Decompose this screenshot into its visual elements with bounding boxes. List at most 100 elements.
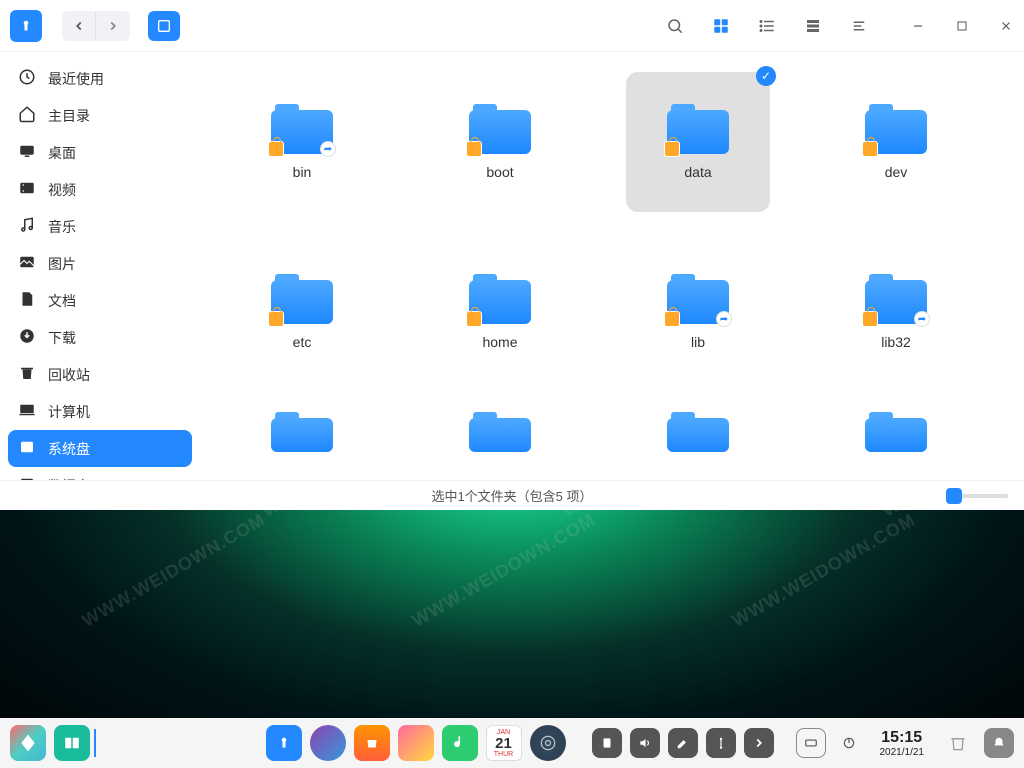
tray-power-icon[interactable] (834, 728, 864, 758)
sidebar-item-label: 下载 (48, 328, 76, 348)
view-grid-icon[interactable] (712, 17, 730, 35)
lock-icon (268, 141, 284, 157)
forward-button[interactable] (96, 11, 130, 41)
active-tab[interactable] (148, 11, 180, 41)
sidebar-item-2[interactable]: 桌面 (8, 134, 192, 171)
zoom-slider[interactable] (948, 494, 1008, 498)
folder-item[interactable]: home (428, 242, 572, 382)
search-icon[interactable] (666, 17, 684, 35)
view-list-icon[interactable] (758, 17, 776, 35)
sidebar-item-6[interactable]: 文档 (8, 282, 192, 319)
folder-icon (865, 104, 927, 154)
app-icon[interactable] (10, 10, 42, 42)
sidebar-item-4[interactable]: 音乐 (8, 208, 192, 245)
lock-icon (466, 311, 482, 327)
sidebar-item-11[interactable]: 数据盘 (8, 467, 192, 480)
file-manager-window: 最近使用主目录桌面视频音乐图片文档下载回收站计算机系统盘数据盘 ➦bin boot… (0, 0, 1024, 510)
maximize-button[interactable] (954, 19, 970, 33)
folder-item[interactable]: boot (428, 72, 572, 212)
sidebar-item-9[interactable]: 计算机 (8, 393, 192, 430)
folder-name: dev (885, 164, 908, 180)
tray-keyboard-icon[interactable] (796, 728, 826, 758)
sidebar-item-1[interactable]: 主目录 (8, 97, 192, 134)
tray-notifications-icon[interactable] (984, 728, 1014, 758)
desktop-icon (18, 142, 36, 163)
lock-icon (664, 141, 680, 157)
lock-icon (862, 141, 878, 157)
folder-icon: ➦ (865, 274, 927, 324)
active-indicator (94, 729, 96, 757)
tray-usb-icon[interactable] (706, 728, 736, 758)
tray-clipboard-icon[interactable] (592, 728, 622, 758)
tray-edit-icon[interactable] (668, 728, 698, 758)
folder-name: lib32 (881, 334, 911, 350)
folder-icon (271, 412, 333, 452)
back-button[interactable] (62, 11, 96, 41)
folder-item[interactable] (626, 412, 770, 452)
taskbar-app-settings[interactable] (530, 725, 566, 761)
tray-trash-icon[interactable] (940, 725, 976, 761)
folder-icon (667, 104, 729, 154)
launcher-button[interactable] (10, 725, 46, 761)
taskbar-app-browser[interactable] (310, 725, 346, 761)
sidebar-item-label: 计算机 (48, 402, 90, 422)
folder-item[interactable]: ➦lib32 (824, 242, 968, 382)
sidebar-item-label: 音乐 (48, 217, 76, 237)
folder-icon (271, 274, 333, 324)
view-column-icon[interactable] (804, 17, 822, 35)
folder-item[interactable]: dev (824, 72, 968, 212)
taskbar-app-music[interactable] (442, 725, 478, 761)
sidebar-item-label: 系统盘 (48, 439, 90, 459)
folder-item[interactable] (824, 412, 968, 452)
folder-icon (865, 412, 927, 452)
close-button[interactable] (998, 19, 1014, 33)
folder-item[interactable] (230, 412, 374, 452)
sidebar-item-0[interactable]: 最近使用 (8, 60, 192, 97)
taskbar: JAN 21 THUR 15:15 2021/1/21 (0, 718, 1024, 768)
image-icon (18, 253, 36, 274)
taskbar-app-calendar[interactable]: JAN 21 THUR (486, 725, 522, 761)
folder-name: data (684, 164, 711, 180)
folder-icon (469, 274, 531, 324)
lock-icon (862, 311, 878, 327)
folder-name: etc (293, 334, 312, 350)
music-icon (18, 216, 36, 237)
folder-icon (667, 412, 729, 452)
document-icon (18, 290, 36, 311)
folder-item[interactable] (428, 412, 572, 452)
folder-item[interactable]: ➦bin (230, 72, 374, 212)
folder-icon (469, 104, 531, 154)
minimize-button[interactable] (910, 19, 926, 33)
titlebar (0, 0, 1024, 52)
sidebar: 最近使用主目录桌面视频音乐图片文档下载回收站计算机系统盘数据盘 (0, 52, 200, 480)
folder-item[interactable]: ➦lib (626, 242, 770, 382)
folder-icon (469, 412, 531, 452)
folder-icon: ➦ (271, 104, 333, 154)
taskbar-app-multitask[interactable] (54, 725, 90, 761)
sidebar-item-label: 主目录 (48, 106, 90, 126)
tray-volume-icon[interactable] (630, 728, 660, 758)
lock-icon (466, 141, 482, 157)
clock-icon (18, 68, 36, 89)
taskbar-app-store[interactable] (354, 725, 390, 761)
sidebar-item-5[interactable]: 图片 (8, 245, 192, 282)
folder-item[interactable]: ✓data (626, 72, 770, 212)
share-icon: ➦ (914, 311, 930, 327)
sidebar-item-10[interactable]: 系统盘 (8, 430, 192, 467)
tray-more-icon[interactable] (744, 728, 774, 758)
share-icon: ➦ (716, 311, 732, 327)
folder-name: boot (486, 164, 513, 180)
sidebar-item-label: 文档 (48, 291, 76, 311)
menu-icon[interactable] (850, 17, 868, 35)
home-icon (18, 105, 36, 126)
taskbar-clock[interactable]: 15:15 2021/1/21 (880, 729, 925, 758)
status-text: 选中1个文件夹（包含5 项） (431, 486, 592, 505)
check-icon: ✓ (756, 66, 776, 86)
taskbar-app-photos[interactable] (398, 725, 434, 761)
taskbar-app-filemanager[interactable] (266, 725, 302, 761)
content-area[interactable]: ➦binboot✓datadevetchome➦lib➦lib32 (200, 52, 1024, 480)
folder-item[interactable]: etc (230, 242, 374, 382)
sidebar-item-7[interactable]: 下载 (8, 319, 192, 356)
sidebar-item-8[interactable]: 回收站 (8, 356, 192, 393)
sidebar-item-3[interactable]: 视频 (8, 171, 192, 208)
